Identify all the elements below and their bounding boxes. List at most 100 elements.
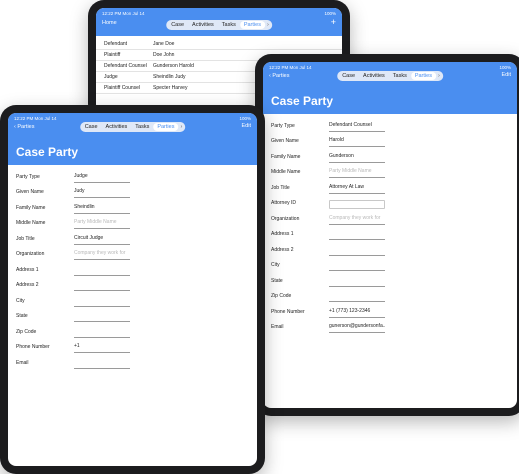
- tab-parties[interactable]: Parties: [239, 21, 265, 29]
- field-label: Address 2: [16, 282, 39, 288]
- field-label: City: [271, 262, 280, 268]
- city-field[interactable]: [329, 260, 385, 271]
- field-label: Email: [271, 324, 284, 330]
- chevron-right-icon[interactable]: ›: [436, 72, 442, 80]
- field-label: Given Name: [271, 138, 299, 144]
- tab-case[interactable]: Case: [167, 21, 188, 29]
- city-field[interactable]: [74, 296, 130, 307]
- back-button[interactable]: ‹ Parties: [14, 124, 35, 130]
- form-row-zip-code: Zip Code: [16, 322, 249, 338]
- field-label: Organization: [16, 251, 45, 257]
- form-row-middle-name: Middle Name Party Middle Name: [271, 163, 509, 178]
- right-header: 12:22 PM Mon Jul 14 100% ‹ Parties Case …: [263, 62, 517, 114]
- state-field[interactable]: [74, 311, 130, 322]
- left-tablet: 12:22 PM Mon Jul 14 100% ‹ Parties Case …: [0, 105, 265, 474]
- email-field[interactable]: [74, 358, 130, 369]
- state-field[interactable]: [329, 276, 385, 287]
- field-label: State: [16, 313, 28, 319]
- job-title-field[interactable]: Circuit Judge: [74, 234, 130, 245]
- organization-field[interactable]: Company they work for: [74, 249, 130, 260]
- form-row-address-2: Address 2: [271, 240, 509, 256]
- party-role: Plaintiff: [104, 52, 121, 58]
- form-row-address-2: Address 2: [16, 276, 249, 291]
- tab-tasks[interactable]: Tasks: [218, 21, 240, 29]
- status-bar: 12:22 PM Mon Jul 14 100%: [96, 8, 342, 16]
- address-1-field[interactable]: [329, 229, 385, 240]
- party-type-field[interactable]: Judge: [74, 172, 130, 183]
- edit-button[interactable]: Edit: [242, 123, 251, 129]
- right-tablet-screen: 12:22 PM Mon Jul 14 100% ‹ Parties Case …: [263, 62, 517, 408]
- field-label: Phone Number: [16, 344, 50, 350]
- tab-activities[interactable]: Activities: [359, 72, 389, 80]
- field-label: Phone Number: [271, 308, 305, 315]
- form-row-middle-name: Middle Name Party Middle Name: [16, 214, 249, 229]
- page-title: Case Party: [16, 145, 79, 159]
- field-label: Attorney ID: [271, 200, 297, 206]
- form-row-family-name: Family Name Gunderson: [271, 147, 509, 163]
- form-row-given-name: Given Name Judy: [16, 183, 249, 198]
- back-button[interactable]: ‹ Parties: [269, 73, 290, 79]
- field-label: Middle Name: [16, 220, 46, 226]
- zip-code-field[interactable]: [74, 327, 130, 338]
- given-name-field[interactable]: Judy: [74, 187, 130, 198]
- form-row-party-type: Party Type Defendant Counsel: [271, 116, 509, 132]
- attorney-id-field[interactable]: [329, 200, 385, 209]
- add-icon[interactable]: +: [331, 17, 336, 27]
- job-title-field[interactable]: Attorney At Law: [329, 183, 385, 194]
- party-role: Defendant Counsel: [104, 63, 147, 69]
- field-label: Party Type: [16, 173, 40, 180]
- form-row-given-name: Given Name Harold: [271, 132, 509, 147]
- chevron-right-icon[interactable]: ›: [265, 21, 271, 29]
- field-label: Organization: [271, 215, 300, 222]
- tab-tasks[interactable]: Tasks: [131, 123, 153, 131]
- phone-number-field[interactable]: +1: [74, 342, 130, 353]
- home-button[interactable]: Home: [102, 20, 117, 26]
- status-bar: 12:22 PM Mon Jul 14 100%: [263, 62, 517, 70]
- form-row-attorney-id: Attorney ID: [271, 194, 509, 209]
- tab-case[interactable]: Case: [81, 123, 102, 131]
- field-label: Address 1: [16, 266, 39, 273]
- left-tablet-screen: 12:22 PM Mon Jul 14 100% ‹ Parties Case …: [8, 113, 257, 466]
- chevron-right-icon[interactable]: ›: [178, 123, 184, 131]
- email-field[interactable]: gunerson@gundersonfa...: [329, 322, 385, 333]
- given-name-field[interactable]: Harold: [329, 136, 385, 147]
- address-1-field[interactable]: [74, 265, 130, 276]
- address-2-field[interactable]: [329, 245, 385, 256]
- tab-activities[interactable]: Activities: [188, 21, 218, 29]
- form-row-phone-number: Phone Number +1: [16, 338, 249, 353]
- tab-case[interactable]: Case: [338, 72, 359, 80]
- field-label: Zip Code: [16, 328, 37, 335]
- family-name-field[interactable]: Sheindlin: [74, 203, 130, 214]
- field-label: Zip Code: [271, 293, 292, 299]
- back-label: Parties: [17, 124, 35, 130]
- field-label: Given Name: [16, 189, 44, 195]
- family-name-field[interactable]: Gunderson: [329, 152, 385, 163]
- organization-field[interactable]: Company they work for: [329, 214, 385, 225]
- segmented-control: Case Activities Tasks Parties ›: [79, 122, 186, 132]
- middle-name-field[interactable]: Party Middle Name: [329, 167, 385, 178]
- list-item[interactable]: Defendant Jane Doe: [96, 39, 342, 50]
- back-label: Parties: [272, 73, 290, 79]
- middle-name-field[interactable]: Party Middle Name: [74, 218, 130, 229]
- tab-parties[interactable]: Parties: [410, 72, 436, 80]
- zip-code-field[interactable]: [329, 291, 385, 302]
- back-header: 12:22 PM Mon Jul 14 100% Home Case Activ…: [96, 8, 342, 36]
- form-row-family-name: Family Name Sheindlin: [16, 198, 249, 214]
- field-label: Address 2: [271, 246, 294, 253]
- tab-activities[interactable]: Activities: [102, 123, 132, 131]
- party-name: Sheindlin Judy: [153, 74, 186, 80]
- field-label: City: [16, 297, 25, 304]
- party-form: Party Type Judge Given Name Judy Family Name…: [8, 165, 257, 369]
- form-row-organization: Organization Company they work for: [16, 245, 249, 260]
- phone-number-field[interactable]: +1 (773) 123-2346: [329, 307, 385, 318]
- party-name: Gunderson Harold: [153, 63, 194, 69]
- edit-button[interactable]: Edit: [502, 72, 511, 78]
- address-2-field[interactable]: [74, 280, 130, 291]
- tab-parties[interactable]: Parties: [153, 123, 179, 131]
- party-form: Party Type Defendant Counsel Given Name Har…: [263, 114, 517, 333]
- form-row-state: State: [271, 271, 509, 287]
- party-type-field[interactable]: Defendant Counsel: [329, 121, 385, 132]
- tab-tasks[interactable]: Tasks: [389, 72, 411, 80]
- party-role: Plaintiff Counsel: [104, 85, 141, 91]
- field-label: Email: [16, 359, 29, 366]
